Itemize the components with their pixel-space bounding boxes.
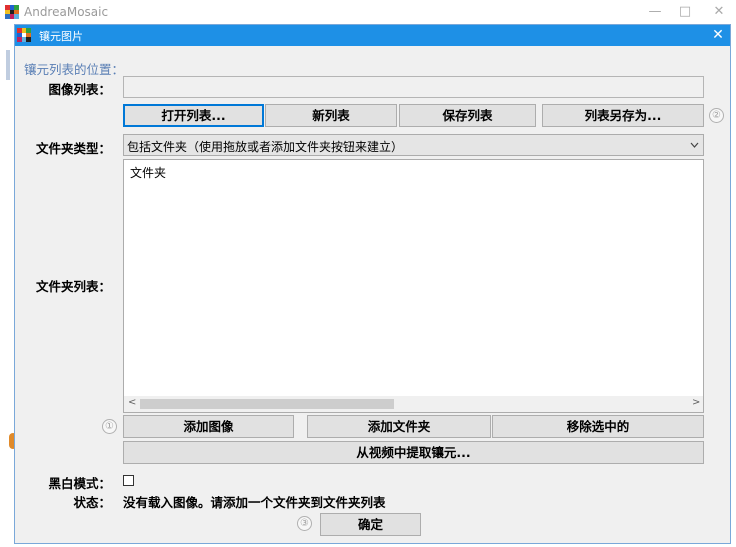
close-button[interactable]: ✕ [704, 2, 734, 22]
horizontal-scrollbar[interactable]: < > [124, 396, 703, 412]
main-window-title: AndreaMosaic [24, 5, 109, 19]
dialog-close-button[interactable]: ✕ [707, 25, 729, 46]
help-two-icon[interactable]: ② [709, 108, 724, 123]
mosaic-app-icon [17, 28, 31, 42]
image-list-field[interactable] [123, 76, 704, 98]
save-list-button[interactable]: 保存列表 [399, 104, 536, 127]
chevron-down-icon [690, 142, 699, 148]
bw-mode-checkbox[interactable] [123, 475, 134, 486]
remove-selected-button[interactable]: 移除选中的 [492, 415, 704, 438]
extract-from-video-button[interactable]: 从视频中提取镶元... [123, 441, 704, 464]
status-text: 没有载入图像。请添加一个文件夹到文件夹列表 [123, 495, 386, 510]
folder-listbox[interactable]: 文件夹 < > [123, 159, 704, 413]
bw-mode-label: 黑白模式： [48, 476, 111, 491]
main-titlebar: AndreaMosaic — □ ✕ [0, 0, 736, 24]
add-image-button[interactable]: 添加图像 [123, 415, 294, 438]
new-list-button[interactable]: 新列表 [265, 104, 397, 127]
background-window-edge [6, 50, 10, 80]
help-three-icon[interactable]: ③ [297, 516, 312, 531]
dialog-title: 镶元图片 [39, 30, 83, 43]
scroll-left-icon[interactable]: < [128, 397, 136, 408]
ok-button[interactable]: 确定 [320, 513, 421, 536]
image-list-label: 图像列表： [48, 82, 111, 97]
minimize-button[interactable]: — [640, 2, 670, 22]
maximize-button[interactable]: □ [670, 2, 700, 22]
open-list-button[interactable]: 打开列表... [123, 104, 264, 127]
list-item[interactable]: 文件夹 [130, 164, 166, 181]
folder-type-value: 包括文件夹（使用拖放或者添加文件夹按钮来建立） [127, 140, 404, 154]
help-one-icon[interactable]: ① [102, 419, 117, 434]
mosaic-tiles-dialog: 镶元图片 ✕ 镶元列表的位置： 图像列表： 打开列表... 新列表 保存列表 列… [14, 24, 731, 544]
folder-type-label: 文件夹类型： [35, 141, 111, 156]
scroll-right-icon[interactable]: > [692, 397, 700, 408]
status-label: 状态： [73, 495, 111, 510]
scrollbar-thumb[interactable] [140, 399, 394, 409]
save-list-as-button[interactable]: 列表另存为... [542, 104, 704, 127]
add-folder-button[interactable]: 添加文件夹 [307, 415, 491, 438]
folder-list-label: 文件夹列表： [35, 279, 111, 294]
dialog-titlebar: 镶元图片 ✕ [15, 25, 730, 46]
section-header: 镶元列表的位置： [24, 62, 125, 77]
andreamosaic-app-icon [5, 5, 19, 19]
folder-type-select[interactable]: 包括文件夹（使用拖放或者添加文件夹按钮来建立） [123, 134, 704, 156]
